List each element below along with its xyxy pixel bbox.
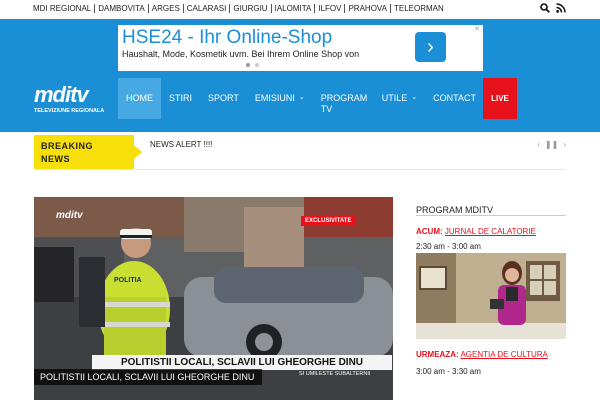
next-show-link[interactable]: AGENTIA DE CULTURA bbox=[460, 350, 547, 359]
region-list: MDI REGIONAL DAMBOVITA ARGES CALARASI GI… bbox=[33, 4, 447, 13]
breaking-label-line-2: NEWS bbox=[41, 154, 70, 164]
nav-sport-label: SPORT bbox=[208, 93, 239, 103]
region-link-dambovita[interactable]: DAMBOVITA bbox=[95, 4, 149, 13]
chevron-down-icon: ⌄ bbox=[411, 94, 418, 101]
nav-utile-label: UTILE bbox=[381, 93, 408, 103]
breaking-news-label: BREAKING NEWS bbox=[34, 135, 142, 169]
nav-emisiuni-label: EMISIUNI bbox=[254, 93, 295, 103]
region-link-calarasi[interactable]: CALARASI bbox=[184, 4, 231, 13]
program-title: PROGRAM MDITV bbox=[416, 200, 566, 216]
region-link-teleorman[interactable]: TELEORMAN bbox=[391, 4, 447, 13]
nav-home[interactable]: HOME bbox=[118, 78, 161, 119]
rss-icon[interactable] bbox=[556, 3, 566, 13]
now-time: 2:30 am - 3:00 am bbox=[416, 242, 481, 251]
nav-program-label-2: TV bbox=[320, 104, 333, 114]
nav-home-label: HOME bbox=[126, 93, 153, 103]
search-icon[interactable] bbox=[540, 3, 550, 13]
live-button[interactable]: LIVE bbox=[483, 78, 517, 119]
prev-icon[interactable]: ‹ bbox=[537, 140, 540, 149]
top-icons bbox=[540, 3, 566, 13]
logo-text: mditv bbox=[34, 82, 89, 107]
nav-sport[interactable]: SPORT bbox=[200, 78, 247, 119]
tv-lower-third-sub: SI UMILESTE SUBALTERNII bbox=[299, 371, 371, 377]
ad-banner[interactable]: HSE24 - Ihr Online-Shop Haushalt, Mode, … bbox=[118, 25, 483, 71]
ad-dot-active[interactable] bbox=[246, 63, 250, 67]
region-link-mdi-regional[interactable]: MDI REGIONAL bbox=[33, 4, 96, 13]
region-link-ilfov[interactable]: ILFOV bbox=[315, 4, 346, 13]
nav-utile[interactable]: UTILE ⌄ bbox=[374, 78, 425, 119]
region-link-arges[interactable]: ARGES bbox=[149, 4, 184, 13]
news-alert-text[interactable]: NEWS ALERT !!!! bbox=[150, 140, 212, 149]
logo-subtitle: TELEVIZIUNE REGIONALA bbox=[34, 108, 105, 114]
now-playing: ACUM: JURNAL DE CALATORIE bbox=[416, 227, 536, 236]
nav-program-label-1: PROGRAM bbox=[320, 93, 368, 103]
now-label: ACUM: bbox=[416, 227, 443, 236]
ad-arrow-button[interactable]: › bbox=[415, 32, 446, 62]
region-link-giurgiu[interactable]: GIURGIU bbox=[230, 4, 272, 13]
ad-description: Haushalt, Mode, Kosmetik uvm. Bei Ihrem … bbox=[122, 49, 360, 59]
site-logo[interactable]: mditv TELEVIZIUNE REGIONALA bbox=[34, 82, 104, 118]
now-show-link[interactable]: JURNAL DE CALATORIE bbox=[445, 227, 536, 236]
pause-icon[interactable]: ❚❚ bbox=[545, 140, 558, 149]
nav-program-tv[interactable]: PROGRAM TV bbox=[313, 78, 374, 119]
ticker-controls: ‹ ❚❚ › bbox=[537, 140, 566, 149]
nav-emisiuni[interactable]: EMISIUNI ⌄ bbox=[247, 78, 313, 119]
police-vest-text: POLITIA bbox=[114, 277, 142, 284]
exclusive-badge: EXCLUSIVITATE bbox=[301, 216, 356, 226]
nav-stiri[interactable]: STIRI bbox=[161, 78, 200, 119]
site-header: HSE24 - Ihr Online-Shop Haushalt, Mode, … bbox=[0, 19, 600, 132]
next-label: URMEAZA: bbox=[416, 350, 459, 359]
program-sidebar: PROGRAM MDITV ACUM: JURNAL DE CALATORIE … bbox=[416, 200, 566, 376]
article-caption[interactable]: POLITISTII LOCALI, SCLAVII LUI GHEORGHE … bbox=[34, 369, 262, 385]
ad-pager bbox=[246, 63, 259, 67]
nav-contact[interactable]: CONTACT bbox=[425, 78, 484, 119]
next-time: 3:00 am - 3:30 am bbox=[416, 367, 481, 376]
ad-title[interactable]: HSE24 - Ihr Online-Shop bbox=[122, 27, 332, 49]
featured-article-image[interactable]: mditv EXCLUSIVITATE POLITIA POLITISTII L… bbox=[34, 197, 393, 400]
show-thumbnail-scene bbox=[416, 253, 566, 339]
breaking-label-line-1: BREAKING bbox=[41, 141, 94, 151]
up-next: URMEAZA: AGENTIA DE CULTURA bbox=[416, 350, 548, 359]
nav-stiri-label: STIRI bbox=[169, 93, 193, 103]
next-icon[interactable]: › bbox=[563, 140, 566, 149]
main-nav: HOME STIRI SPORT EMISIUNI ⌄ PROGRAM TV UTI… bbox=[118, 78, 484, 119]
tv-lower-third: POLITISTII LOCALI, SCLAVII LUI GHEORGHE … bbox=[92, 355, 392, 370]
top-bar: MDI REGIONAL DAMBOVITA ARGES CALARASI GI… bbox=[0, 0, 600, 19]
ad-close-icon[interactable]: ✕ bbox=[473, 26, 481, 34]
chevron-down-icon: ⌄ bbox=[298, 94, 305, 101]
now-show-thumbnail[interactable] bbox=[416, 253, 566, 339]
photo-watermark-logo: mditv bbox=[56, 210, 83, 221]
ad-dot[interactable] bbox=[255, 63, 259, 67]
region-link-ialomita[interactable]: IALOMITA bbox=[272, 4, 316, 13]
region-link-prahova[interactable]: PRAHOVA bbox=[345, 4, 391, 13]
nav-contact-label: CONTACT bbox=[433, 93, 476, 103]
breaking-news-bar: BREAKING NEWS NEWS ALERT !!!! ‹ ❚❚ › bbox=[34, 134, 566, 170]
